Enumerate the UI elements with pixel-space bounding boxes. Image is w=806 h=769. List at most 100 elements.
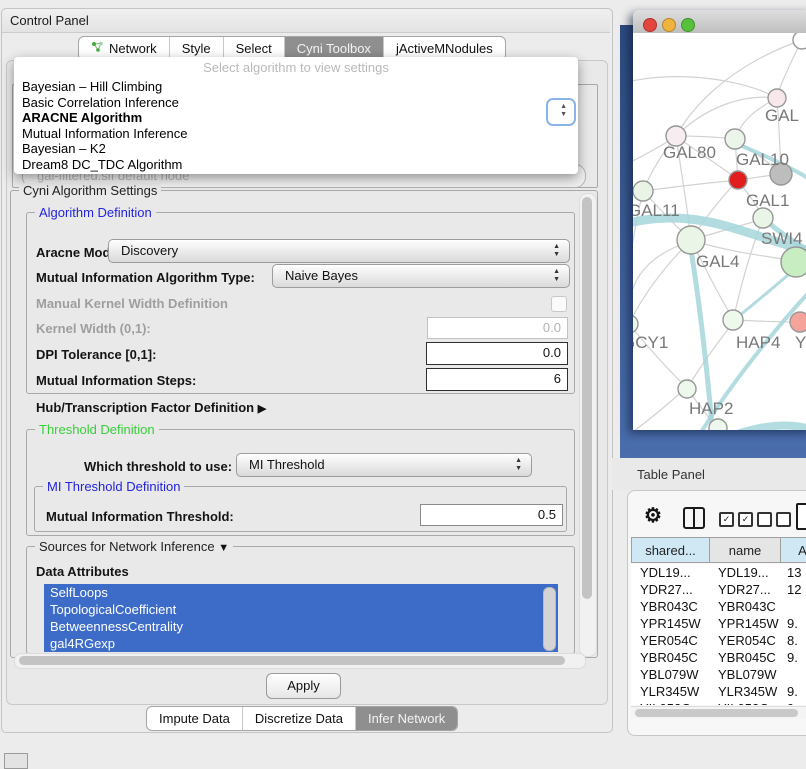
table-row[interactable]: YBL079WYBL079W xyxy=(631,666,806,683)
document-icon[interactable] xyxy=(796,503,806,530)
network-edge xyxy=(633,246,678,324)
table-cell: YBL079W xyxy=(710,666,781,683)
table-cell: YDR27... xyxy=(710,581,781,598)
select-all-icon[interactable]: ✓ ✓ xyxy=(719,512,753,527)
settings-vertical-scrollbar[interactable] xyxy=(579,193,597,657)
tab-label: Network xyxy=(109,41,157,56)
attribute-item[interactable]: SelfLoops xyxy=(44,584,558,601)
algorithm-option[interactable]: Bayesian – K2 xyxy=(14,141,578,157)
network-node-label: HAP4 xyxy=(736,333,780,352)
threshold-definition-title: Threshold Definition xyxy=(35,422,159,437)
table-cell: YDL19... xyxy=(631,564,710,581)
network-node[interactable] xyxy=(768,89,786,107)
settings-horizontal-scrollbar[interactable] xyxy=(14,653,586,669)
which-threshold-value: MI Threshold xyxy=(249,457,325,472)
network-node[interactable] xyxy=(793,33,806,49)
minimized-panel-icon[interactable] xyxy=(4,753,28,769)
aracne-mode-combo[interactable]: Discovery ▲▼ xyxy=(108,239,570,263)
mi-type-value: Naive Bayes xyxy=(285,268,358,283)
table-row[interactable]: YPR145WYPR145W9. xyxy=(631,615,806,632)
gear-icon[interactable]: ⚙ xyxy=(644,503,662,528)
table-row[interactable]: YIL052CYIL052C9. xyxy=(631,700,806,705)
table-horizontal-scrollbar[interactable] xyxy=(631,706,806,719)
algorithm-option[interactable]: Mutual Information Inference xyxy=(14,126,578,142)
table-row[interactable]: YBR045CYBR045C9. xyxy=(631,649,806,666)
network-node-label: HAP2 xyxy=(689,399,733,418)
table-cell: YPR145W xyxy=(631,615,710,632)
table-row[interactable]: YLR345WYLR345W9. xyxy=(631,683,806,700)
which-threshold-combo[interactable]: MI Threshold ▲▼ xyxy=(236,453,532,477)
tab-infer-network[interactable]: Infer Network xyxy=(355,707,457,730)
network-node[interactable] xyxy=(723,310,743,330)
table-cell: YIL052C xyxy=(631,700,710,705)
kernel-width-field[interactable]: 0.0 xyxy=(427,317,568,339)
inference-algorithm-combo-fragment[interactable]: ▲▼ xyxy=(546,98,576,126)
kernel-width-label: Kernel Width (0,1): xyxy=(36,321,151,336)
algorithm-option[interactable]: Bayesian – Hill Climbing xyxy=(14,79,578,95)
network-node[interactable] xyxy=(633,315,638,333)
algorithm-option[interactable]: Basic Correlation Inference xyxy=(14,95,578,111)
table-row[interactable]: YBR043CYBR043C xyxy=(631,598,806,615)
settings-horizontal-scrollbar-thumb[interactable] xyxy=(19,656,565,665)
tab-discretize-data[interactable]: Discretize Data xyxy=(242,707,355,730)
network-node[interactable] xyxy=(709,419,727,430)
tab-impute-data[interactable]: Impute Data xyxy=(147,707,242,730)
network-node[interactable] xyxy=(633,181,653,201)
table-row[interactable]: YDR27...YDR27...12 xyxy=(631,581,806,598)
expand-down-icon: ▼ xyxy=(218,542,229,554)
table-cell: YBL079W xyxy=(631,666,710,683)
algorithm-list: Bayesian – Hill ClimbingBasic Correlatio… xyxy=(14,79,578,172)
window-zoom-button[interactable] xyxy=(681,18,695,32)
network-edge xyxy=(633,77,769,94)
split-view-icon[interactable] xyxy=(683,507,705,529)
table-row[interactable]: YER054CYER054C8. xyxy=(631,632,806,649)
algorithm-dropdown-popup: Select algorithm to view settings Bayesi… xyxy=(14,57,578,174)
network-node[interactable] xyxy=(677,226,705,254)
column-header-name[interactable]: name xyxy=(710,537,781,563)
attributes-scrollbar-thumb[interactable] xyxy=(543,587,556,651)
hub-definition-toggle[interactable]: Hub/Transcription Factor Definition ▶ xyxy=(36,400,266,415)
network-node-label: Y xyxy=(795,333,806,352)
network-window-titlebar[interactable] xyxy=(633,10,806,34)
network-node[interactable] xyxy=(790,312,806,332)
manual-kernel-label: Manual Kernel Width Definition xyxy=(36,296,228,311)
table-body: YDL19...YDL19...13YDR27...YDR27...12YBR0… xyxy=(631,564,806,705)
table-row[interactable]: YDL19...YDL19...13 xyxy=(631,564,806,581)
algorithm-option[interactable]: Dream8 DC_TDC Algorithm xyxy=(14,157,578,173)
apply-button[interactable]: Apply xyxy=(266,673,341,699)
network-node[interactable] xyxy=(781,247,806,277)
manual-kernel-checkbox[interactable] xyxy=(551,296,567,312)
deselect-all-icon[interactable] xyxy=(757,512,791,527)
sources-title[interactable]: Sources for Network Inference ▼ xyxy=(35,539,233,554)
window-minimize-button[interactable] xyxy=(662,18,676,32)
table-cell: YPR145W xyxy=(710,615,781,632)
network-node[interactable] xyxy=(753,208,773,228)
settings-vertical-scrollbar-thumb[interactable] xyxy=(582,197,592,599)
network-node[interactable] xyxy=(725,129,745,149)
network-node[interactable] xyxy=(678,380,696,398)
dpi-tolerance-field[interactable]: 0.0 xyxy=(426,342,568,365)
attribute-item[interactable]: gal4RGexp xyxy=(44,635,558,652)
algorithm-option[interactable]: ARACNE Algorithm xyxy=(14,110,578,126)
network-edge xyxy=(676,97,777,136)
mi-steps-field[interactable]: 6 xyxy=(426,368,568,391)
attribute-item[interactable]: BetweennessCentrality xyxy=(44,618,558,635)
column-header-partial[interactable]: A xyxy=(781,537,806,563)
network-node[interactable] xyxy=(729,171,747,189)
table-cell: YER054C xyxy=(631,632,710,649)
table-header-row: shared... name A xyxy=(631,537,806,563)
table-cell: YBR043C xyxy=(710,598,781,615)
table-horizontal-scrollbar-thumb[interactable] xyxy=(635,709,798,717)
tab-label: Cyni Toolbox xyxy=(297,41,371,56)
column-header-shared-name[interactable]: shared... xyxy=(631,537,710,563)
data-attributes-list: SelfLoopsTopologicalCoefficientBetweenne… xyxy=(44,584,558,652)
mi-type-combo[interactable]: Naive Bayes ▲▼ xyxy=(272,264,570,288)
tab-label: jActiveMNodules xyxy=(396,41,493,56)
window-close-button[interactable] xyxy=(643,18,657,32)
bottom-tab-bar: Impute DataDiscretize DataInfer Network xyxy=(146,706,458,731)
attribute-item[interactable]: TopologicalCoefficient xyxy=(44,601,558,618)
network-canvas[interactable]: GALGAL80GAL10GAL1GAL11SWI4GAL4GCY1HAP4YH… xyxy=(633,33,806,430)
table-cell: 8. xyxy=(781,632,806,649)
network-node-label: GAL1 xyxy=(746,191,789,210)
mi-threshold-field[interactable]: 0.5 xyxy=(420,504,563,526)
